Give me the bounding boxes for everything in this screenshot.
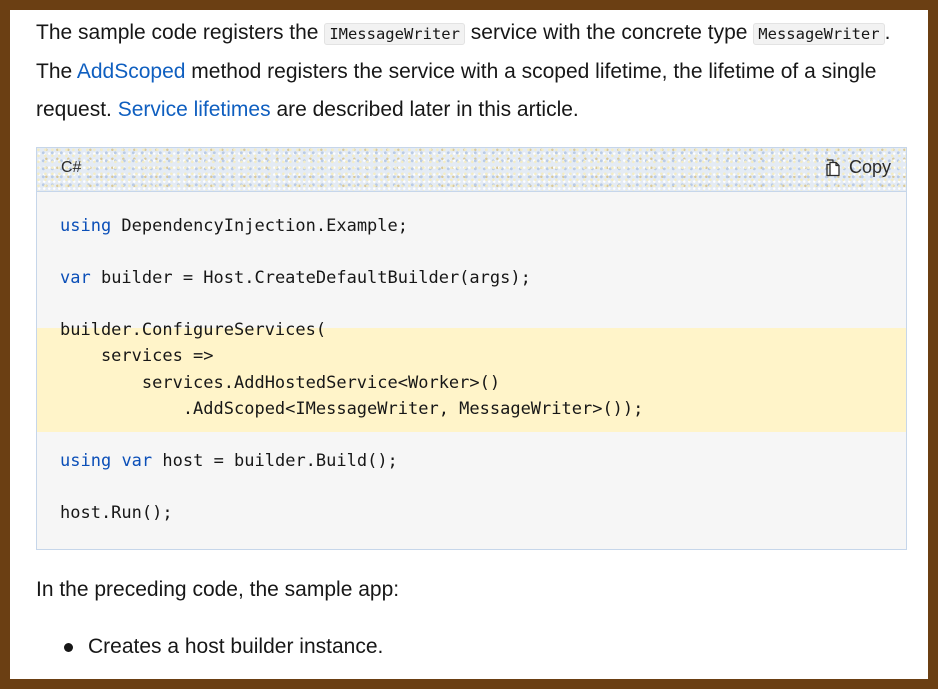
code-line-1: using DependencyInjection.Example; [60, 216, 408, 236]
article-content: The sample code registers the IMessageWr… [10, 10, 928, 679]
intro-text-2: service with the concrete type [464, 21, 754, 44]
copy-button[interactable]: Copy [825, 157, 891, 178]
preceding-code-paragraph: In the preceding code, the sample app: [36, 578, 400, 601]
code-block: C# Copy using DependencyInjection.Exampl… [36, 147, 907, 550]
service-lifetimes-link[interactable]: Service lifetimes [118, 98, 271, 121]
bullet-list: Creates a host builder instance. [36, 628, 896, 666]
code-line-2: var builder = Host.CreateDefaultBuilder(… [60, 268, 531, 288]
code-line-3: builder.ConfigureServices( [60, 320, 327, 340]
intro-text-5: are described later in this article. [270, 98, 579, 121]
inline-code-messagewriter: MessageWriter [753, 23, 885, 45]
keyword-using: using [60, 216, 112, 236]
list-item-text: Creates a host builder instance. [88, 635, 384, 658]
copy-icon [825, 158, 841, 177]
code-header: C# Copy [37, 148, 906, 192]
addscoped-link[interactable]: AddScoped [77, 60, 186, 83]
code-language-label: C# [61, 159, 82, 176]
list-item: Creates a host builder instance. [36, 628, 896, 666]
code-line-8: host.Run(); [60, 503, 173, 523]
code-line-4: services => [60, 346, 214, 366]
bullet-icon [64, 643, 73, 652]
code-body: using DependencyInjection.Example; var b… [37, 192, 906, 549]
code-line-5: services.AddHostedService<Worker>() [60, 373, 501, 393]
intro-text-1: The sample code registers the [36, 21, 325, 44]
code-line-6: .AddScoped<IMessageWriter, MessageWriter… [60, 399, 644, 419]
copy-label: Copy [848, 157, 891, 177]
intro-paragraph: The sample code registers the IMessageWr… [36, 14, 906, 129]
keyword-var: var [60, 268, 91, 288]
keyword-using: using [60, 451, 112, 471]
inline-code-imessagewriter: IMessageWriter [324, 23, 465, 45]
code-line-7: using var host = builder.Build(); [60, 451, 398, 471]
keyword-var: var [121, 451, 153, 471]
